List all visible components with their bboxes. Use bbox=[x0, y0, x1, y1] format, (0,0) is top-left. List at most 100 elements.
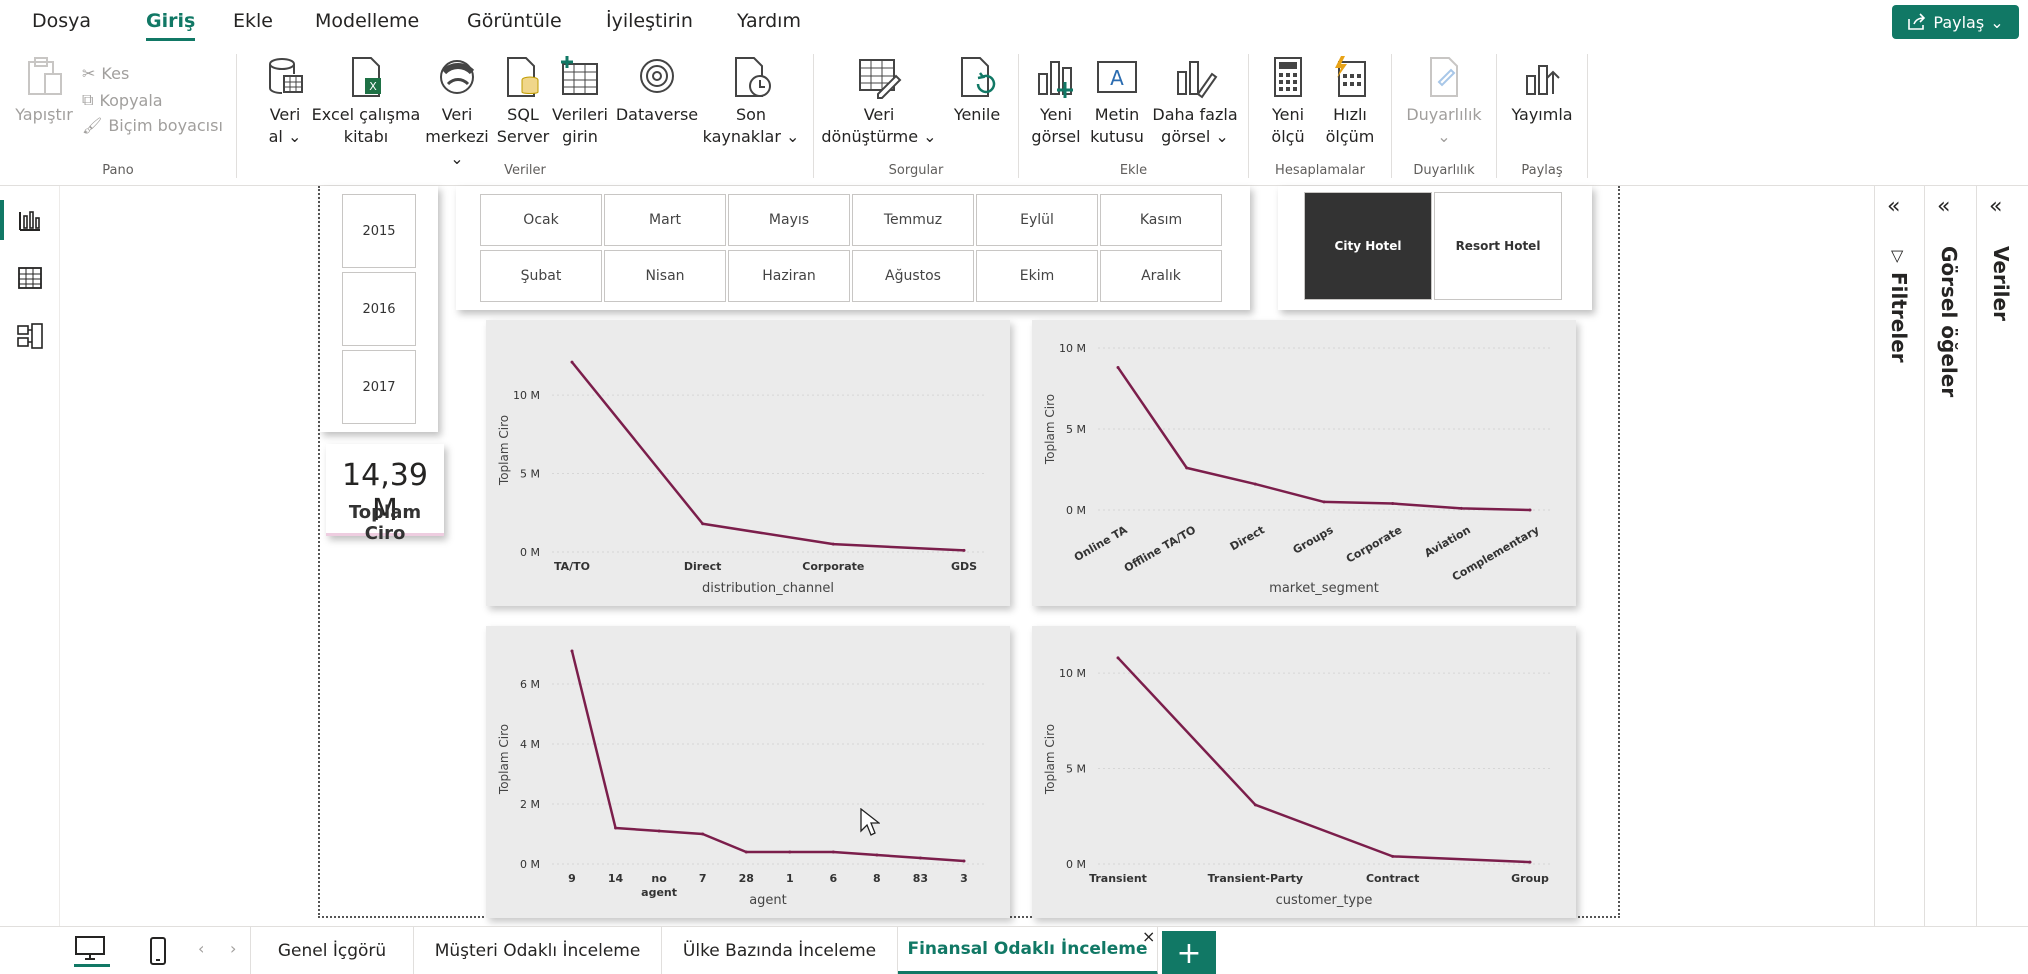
month-haziran-button[interactable]: Haziran bbox=[728, 250, 850, 302]
visuals-title: Görsel öğeler bbox=[1937, 246, 1961, 398]
tab-ulke-bazinda[interactable]: Ülke Bazında İnceleme bbox=[662, 927, 898, 974]
data-point bbox=[1185, 466, 1189, 470]
excel-workbook-button[interactable]: X Excel çalışma kitabı bbox=[311, 54, 421, 148]
x-tick-label: Corporate bbox=[1344, 523, 1404, 565]
chevron-left-icon[interactable]: « bbox=[1887, 194, 1900, 219]
sql-server-button[interactable]: SQL Server bbox=[497, 54, 549, 148]
hotel-city-button[interactable]: City Hotel bbox=[1304, 192, 1432, 300]
kpi-card: 14,39 M Toplam Ciro bbox=[326, 444, 444, 544]
x-tick-label: 3 bbox=[960, 872, 968, 885]
group-data: Veri al ⌄ X Excel çalışma kitabı Veri me… bbox=[237, 52, 813, 182]
chart-agent[interactable]: 0 M2 M4 M6 M Toplam Ciro 9 14 no agent 7 28 1 6 8 8… bbox=[486, 626, 1010, 918]
new-measure-label-2: ölçü bbox=[1271, 127, 1305, 146]
data-point bbox=[1322, 500, 1326, 504]
hotel-resort-button[interactable]: Resort Hotel bbox=[1434, 192, 1562, 300]
sql-label-2: Server bbox=[496, 127, 550, 146]
month-ekim-button[interactable]: Ekim bbox=[976, 250, 1098, 302]
data-pane[interactable]: « Veriler bbox=[1976, 186, 2028, 926]
format-painter-button[interactable]: 🖌 Biçim boyacısı bbox=[82, 116, 223, 135]
y-tick-label: 0 M bbox=[1066, 858, 1086, 871]
visuals-pane[interactable]: « Görsel öğeler bbox=[1924, 186, 1976, 926]
refresh-button[interactable]: Yenile bbox=[942, 54, 1012, 126]
tab-finansal-odakli[interactable]: Finansal Odaklı İnceleme bbox=[898, 927, 1158, 974]
text-box-button[interactable]: A Metin kutusu bbox=[1087, 54, 1147, 148]
data-point bbox=[831, 542, 835, 546]
report-view-icon[interactable] bbox=[16, 206, 44, 234]
tab-musteri-odakli[interactable]: Müşteri Odaklı İnceleme bbox=[414, 927, 662, 974]
text-box-icon: A bbox=[1097, 61, 1137, 93]
x-tick-label: 6 bbox=[830, 872, 838, 885]
menu-goruntule[interactable]: Görüntüle bbox=[467, 10, 562, 32]
refresh-label: Yenile bbox=[953, 105, 1001, 124]
sensitivity-button[interactable]: Duyarlılık ⌄ bbox=[1398, 54, 1490, 148]
add-page-button[interactable]: + bbox=[1162, 931, 1216, 974]
menu-yardim[interactable]: Yardım bbox=[737, 10, 801, 32]
month-mart-button[interactable]: Mart bbox=[604, 194, 726, 246]
next-page-icon[interactable]: › bbox=[230, 939, 236, 958]
series-line bbox=[570, 650, 965, 863]
year-2016-button[interactable]: 2016 bbox=[342, 272, 416, 346]
menu-dosya[interactable]: Dosya bbox=[32, 10, 91, 32]
x-tick-label: Direct bbox=[684, 560, 722, 573]
dataverse-button[interactable]: Dataverse bbox=[615, 54, 699, 126]
menu-ekle[interactable]: Ekle bbox=[233, 10, 273, 32]
text-box-label-1: Metin bbox=[1094, 105, 1140, 124]
publish-button[interactable]: Yayımla bbox=[1505, 54, 1579, 126]
copy-button[interactable]: ⧉ Kopyala bbox=[82, 90, 163, 110]
prev-page-icon[interactable]: ‹ bbox=[198, 939, 204, 958]
chart-distribution-channel[interactable]: 0 M 5 M 10 M Toplam Ciro TA/TO Direct Corporat… bbox=[486, 320, 1010, 606]
desktop-layout-toggle[interactable] bbox=[74, 935, 110, 967]
month-nisan-button[interactable]: Nisan bbox=[604, 250, 726, 302]
enter-data-label-2: girin bbox=[562, 127, 598, 146]
chart-market-segment[interactable]: 0 M 5 M 10 M Toplam Ciro Online TA Offline TA… bbox=[1032, 320, 1576, 606]
mobile-icon[interactable] bbox=[148, 937, 168, 965]
enter-data-button[interactable]: Verileri girin bbox=[545, 54, 615, 148]
recent-sources-button[interactable]: Son kaynaklar ⌄ bbox=[699, 54, 803, 148]
get-data-button[interactable]: Veri al ⌄ bbox=[255, 54, 315, 148]
transform-data-icon bbox=[859, 59, 902, 99]
month-temmuz-button[interactable]: Temmuz bbox=[852, 194, 974, 246]
x-tick-label: 1 bbox=[786, 872, 794, 885]
new-visual-button[interactable]: Yeni görsel bbox=[1029, 54, 1083, 148]
chart-customer-type[interactable]: 0 M 5 M 10 M Toplam Ciro Transient Transient-… bbox=[1032, 626, 1576, 918]
month-aralik-button[interactable]: Aralık bbox=[1100, 250, 1222, 302]
data-title: Veriler bbox=[1989, 246, 2013, 321]
menu-bar: Dosya Giriş Ekle Modelleme Görüntüle İyi… bbox=[0, 0, 2028, 46]
menu-modelleme[interactable]: Modelleme bbox=[315, 10, 419, 32]
cut-button[interactable]: ✂ Kes bbox=[82, 64, 129, 83]
share-label: Paylaş bbox=[1933, 12, 1985, 32]
chevron-left-icon[interactable]: « bbox=[1989, 194, 2002, 219]
menu-iyilestirin[interactable]: İyileştirin bbox=[606, 10, 693, 32]
cut-label: Kes bbox=[101, 64, 130, 83]
model-view-icon[interactable] bbox=[16, 322, 44, 350]
year-2015-button[interactable]: 2015 bbox=[342, 194, 416, 268]
new-measure-label-1: Yeni bbox=[1271, 105, 1305, 124]
month-mayis-button[interactable]: Mayıs bbox=[728, 194, 850, 246]
month-eylul-button[interactable]: Eylül bbox=[976, 194, 1098, 246]
year-2017-button[interactable]: 2017 bbox=[342, 350, 416, 424]
share-button[interactable]: Paylaş ⌄ bbox=[1892, 5, 2019, 39]
paste-button[interactable]: Yapıştır bbox=[12, 54, 76, 126]
filters-pane[interactable]: « ▽ Filtreler bbox=[1874, 186, 1924, 926]
month-ocak-button[interactable]: Ocak bbox=[480, 194, 602, 246]
x-axis-label: distribution_channel bbox=[702, 581, 834, 596]
data-point bbox=[918, 856, 922, 860]
tab-genel-icgoru[interactable]: Genel İçgörü bbox=[250, 927, 414, 974]
transform-data-button[interactable]: Veri dönüştürme ⌄ bbox=[818, 54, 940, 148]
more-visuals-button[interactable]: Daha fazla görsel ⌄ bbox=[1147, 54, 1243, 148]
new-measure-button[interactable]: Yeni ölçü bbox=[1261, 54, 1315, 148]
get-data-label-2: al ⌄ bbox=[268, 127, 302, 146]
month-kasim-button[interactable]: Kasım bbox=[1100, 194, 1222, 246]
month-agustos-button[interactable]: Ağustos bbox=[852, 250, 974, 302]
group-share: Yayımla Paylaş bbox=[1497, 52, 1587, 182]
month-subat-button[interactable]: Şubat bbox=[480, 250, 602, 302]
quick-measure-button[interactable]: Hızlı ölçüm bbox=[1319, 54, 1381, 148]
data-point bbox=[1528, 508, 1532, 512]
menu-giris[interactable]: Giriş bbox=[146, 10, 196, 41]
table-view-icon[interactable] bbox=[16, 264, 44, 292]
y-tick-label: 4 M bbox=[520, 738, 540, 751]
data-point bbox=[1116, 656, 1120, 660]
chevron-left-icon[interactable]: « bbox=[1937, 194, 1950, 219]
close-tab-icon[interactable]: × bbox=[1142, 927, 1155, 946]
data-hub-button[interactable]: Veri merkezi ⌄ bbox=[417, 54, 497, 170]
